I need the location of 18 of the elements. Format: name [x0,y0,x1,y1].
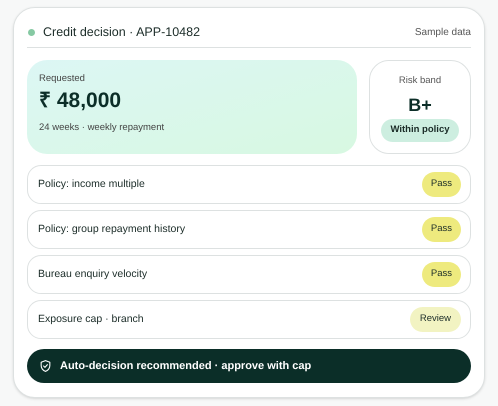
repayment-terms: 24 weeks · weekly repayment [39,121,166,136]
card-title: Credit decision · APP-10482 [43,24,200,42]
check-label: Policy: income multiple [38,176,145,192]
policy-badge: Within policy [381,119,459,142]
sample-data-note: Sample data [414,26,471,40]
requested-label: Requested [39,72,86,86]
check-label: Policy: group repayment history [38,222,186,237]
result-badge: Pass [422,262,461,287]
check-label: Exposure cap · branch [38,312,144,327]
result-badge: Pass [422,217,461,242]
result-badge: Review [410,307,461,332]
requested-amount: ₹ 48,000 [39,88,122,114]
shield-check-icon [39,359,52,373]
recommendation-text: Auto-decision recommended · approve with cap [60,358,312,374]
risk-grade-text: B+ [408,94,432,116]
check-label: Bureau enquiry velocity [38,266,148,282]
risk-label: Risk band [398,74,442,88]
result-badge: Pass [422,172,461,197]
